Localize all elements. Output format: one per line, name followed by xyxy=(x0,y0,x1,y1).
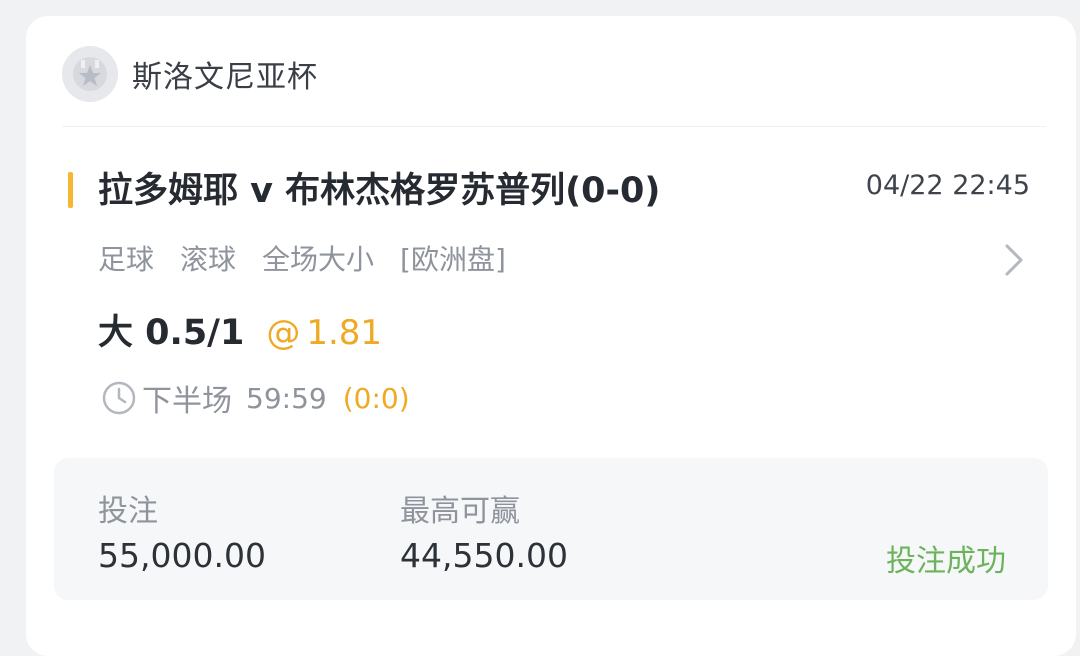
bet-status-badge: 投注成功 xyxy=(886,544,1006,579)
bet-tags: 足球 滚球 全场大小 [欧洲盘] xyxy=(98,238,532,278)
divider xyxy=(62,126,1046,127)
match-datetime: 04/22 22:45 xyxy=(865,170,1030,201)
tag-odds-format: [欧洲盘] xyxy=(400,243,506,276)
odds-value: 1.81 xyxy=(306,313,383,353)
clock-icon xyxy=(100,379,138,417)
tag-sport: 足球 xyxy=(98,243,155,276)
tag-inplay: 滚球 xyxy=(180,243,237,276)
selection-label: 大 0.5/1 xyxy=(98,313,245,353)
stake-label: 投注 xyxy=(98,494,158,529)
max-win-value: 44,550.00 xyxy=(400,536,568,575)
chevron-right-icon[interactable] xyxy=(998,238,1028,282)
stake-value: 55,000.00 xyxy=(98,536,266,575)
league-name: 斯洛文尼亚杯 xyxy=(132,60,318,95)
league-badge-icon xyxy=(62,46,118,102)
match-period: 下半场 xyxy=(142,384,232,419)
bet-summary-panel: 投注 55,000.00 最高可赢 44,550.00 投注成功 xyxy=(54,458,1048,600)
odds-at-symbol: @ xyxy=(266,313,301,353)
selection-row: 大 0.5/1 @ 1.81 xyxy=(98,304,382,355)
tag-market: 全场大小 xyxy=(262,243,375,276)
match-title[interactable]: 拉多姆耶 v 布林杰格罗苏普列(0-0) xyxy=(98,162,660,213)
league-header: 斯洛文尼亚杯 xyxy=(62,44,318,104)
max-win-label: 最高可赢 xyxy=(400,494,520,529)
bet-card: 斯洛文尼亚杯 拉多姆耶 v 布林杰格罗苏普列(0-0) 04/22 22:45 … xyxy=(26,16,1076,656)
match-clock: 59:59 xyxy=(246,381,327,415)
match-accent-bar xyxy=(68,172,73,208)
live-score: (0:0) xyxy=(342,381,410,415)
match-status-row: 下半场 59:59 (0:0) xyxy=(100,376,410,420)
